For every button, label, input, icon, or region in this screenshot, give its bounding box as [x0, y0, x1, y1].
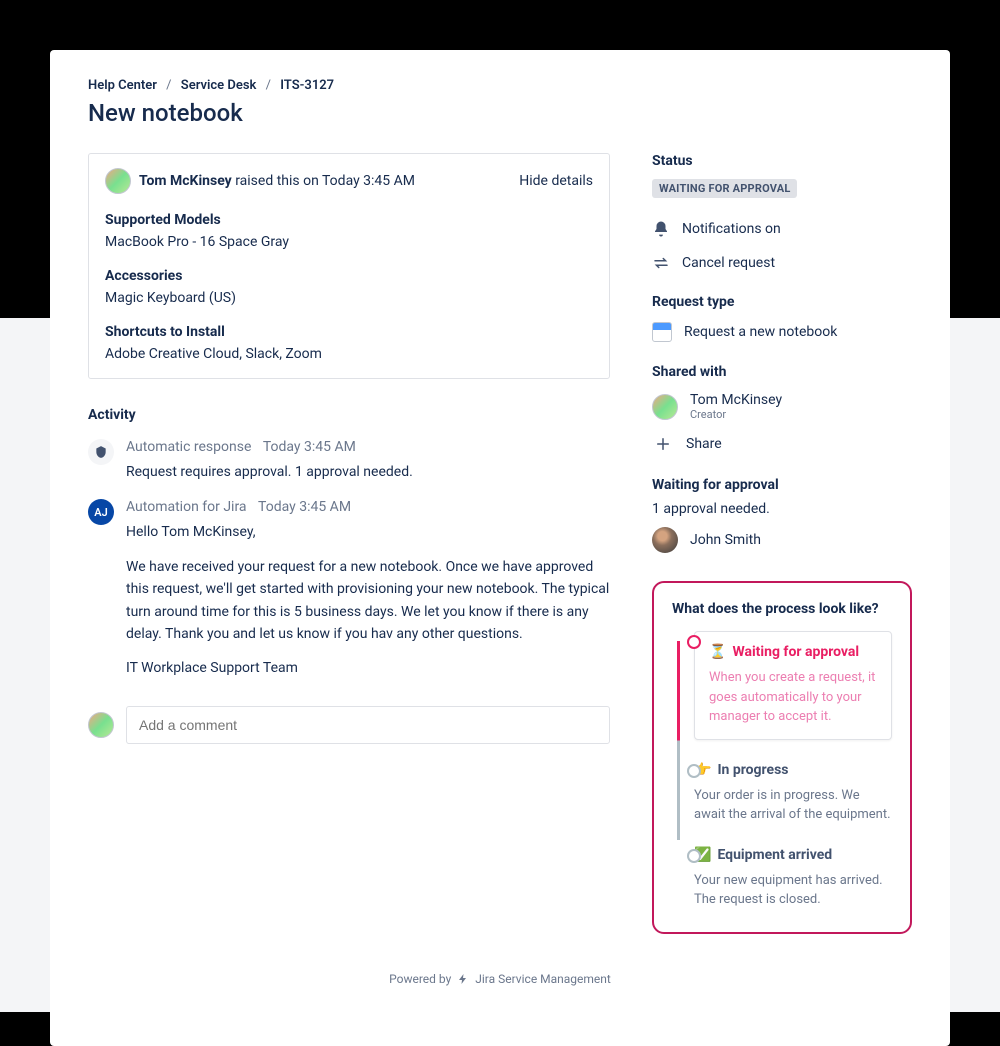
current-user-avatar	[88, 712, 114, 738]
bot-avatar	[88, 439, 114, 465]
activity-heading: Activity	[88, 407, 610, 423]
hide-details-toggle[interactable]: Hide details	[519, 173, 593, 189]
activity-meta: Automatic response Today 3:45 AM	[126, 439, 610, 455]
approval-needed-text: 1 approval needed.	[652, 501, 912, 517]
callout-title: What does the process look like?	[672, 601, 892, 617]
request-type-icon	[652, 322, 672, 342]
page-title: New notebook	[88, 99, 912, 127]
reporter-avatar	[105, 168, 131, 194]
step-desc: Your new equipment has arrived. The requ…	[694, 871, 892, 910]
step-desc: When you create a request, it goes autom…	[709, 668, 877, 727]
raised-on-text: raised this on Today 3:45 AM	[232, 173, 415, 189]
approver-avatar	[652, 527, 678, 553]
breadcrumb-sep: /	[266, 78, 271, 93]
waiting-approval-label: Waiting for approval	[652, 477, 912, 493]
notifications-toggle[interactable]: Notifications on	[652, 220, 912, 238]
main-column: Tom McKinsey raised this on Today 3:45 A…	[88, 153, 610, 934]
jira-bolt-icon	[457, 973, 469, 985]
timeline-dot	[687, 764, 701, 778]
bell-icon	[652, 220, 670, 238]
comment-row	[88, 706, 610, 744]
activity-body-line: Hello Tom McKinsey,	[126, 521, 610, 543]
breadcrumb-help-center[interactable]: Help Center	[88, 78, 157, 93]
approver-name: John Smith	[690, 532, 761, 548]
shared-user-role: Creator	[690, 408, 782, 421]
status-label: Status	[652, 153, 912, 169]
activity-item: AJ Automation for Jira Today 3:45 AM Hel…	[88, 499, 610, 679]
field-value-supported: MacBook Pro - 16 Space Gray	[105, 234, 593, 250]
timeline-dot	[687, 635, 701, 649]
activity-body: Request requires approval. 1 approval ne…	[126, 461, 610, 483]
step-title: Equipment arrived	[717, 847, 832, 863]
cancel-request-button[interactable]: Cancel request	[652, 254, 912, 272]
timeline-dot	[687, 849, 701, 863]
cancel-label: Cancel request	[682, 255, 775, 271]
raised-by-text: Tom McKinsey raised this on Today 3:45 A…	[139, 173, 415, 189]
swap-icon	[652, 254, 670, 272]
footer: Powered by Jira Service Management	[88, 972, 912, 986]
step-title: In progress	[717, 762, 788, 778]
activity-item: Automatic response Today 3:45 AM Request…	[88, 439, 610, 483]
field-value-accessories: Magic Keyboard (US)	[105, 290, 593, 306]
step-title: Waiting for approval	[732, 644, 859, 660]
breadcrumb-issue-key[interactable]: ITS-3127	[280, 78, 334, 93]
timeline-step-current: ⏳ Waiting for approval When you create a…	[694, 631, 892, 740]
activity-date: Today 3:45 AM	[258, 499, 351, 515]
hourglass-icon: ⏳	[709, 644, 726, 660]
status-badge: WAITING FOR APPROVAL	[652, 179, 797, 198]
field-label-accessories: Accessories	[105, 268, 593, 284]
bot-icon	[94, 445, 108, 459]
request-type-value: Request a new notebook	[684, 324, 837, 340]
product-name: Jira Service Management	[475, 972, 611, 986]
activity-date: Today 3:45 AM	[263, 439, 356, 455]
activity-body: Hello Tom McKinsey, We have received you…	[126, 521, 610, 679]
shared-user-avatar	[652, 394, 678, 420]
automation-avatar: AJ	[88, 499, 114, 525]
shared-with-label: Shared with	[652, 364, 912, 380]
step-desc: Your order is in progress. We await the …	[694, 786, 892, 825]
plus-icon	[652, 433, 674, 455]
activity-body-line: IT Workplace Support Team	[126, 657, 610, 679]
request-type-label: Request type	[652, 294, 912, 310]
activity-meta: Automation for Jira Today 3:45 AM	[126, 499, 610, 515]
breadcrumb-sep: /	[166, 78, 171, 93]
powered-by-text: Powered by	[389, 972, 451, 986]
activity-body-line: We have received your request for a new …	[126, 556, 610, 646]
process-timeline: ⏳ Waiting for approval When you create a…	[672, 631, 892, 910]
sidebar: Status WAITING FOR APPROVAL Notification…	[652, 153, 912, 934]
field-label-supported: Supported Models	[105, 212, 593, 228]
activity-body-line: Request requires approval. 1 approval ne…	[126, 461, 610, 483]
main-card: Help Center / Service Desk / ITS-3127 Ne…	[50, 50, 950, 1046]
activity-author: Automatic response	[126, 439, 251, 455]
share-button[interactable]: Share	[652, 433, 912, 455]
comment-input[interactable]	[126, 706, 610, 744]
breadcrumb-service-desk[interactable]: Service Desk	[181, 78, 257, 93]
field-value-shortcuts: Adobe Creative Cloud, Slack, Zoom	[105, 346, 593, 362]
reporter-name: Tom McKinsey	[139, 173, 232, 189]
activity-author: Automation for Jira	[126, 499, 247, 515]
breadcrumb: Help Center / Service Desk / ITS-3127	[88, 78, 912, 93]
notifications-label: Notifications on	[682, 221, 781, 237]
shared-user-name: Tom McKinsey	[690, 392, 782, 408]
share-label: Share	[686, 436, 722, 452]
ticket-details-box: Tom McKinsey raised this on Today 3:45 A…	[88, 153, 610, 379]
field-label-shortcuts: Shortcuts to Install	[105, 324, 593, 340]
process-callout: What does the process look like? ⏳ Waiti…	[652, 581, 912, 934]
